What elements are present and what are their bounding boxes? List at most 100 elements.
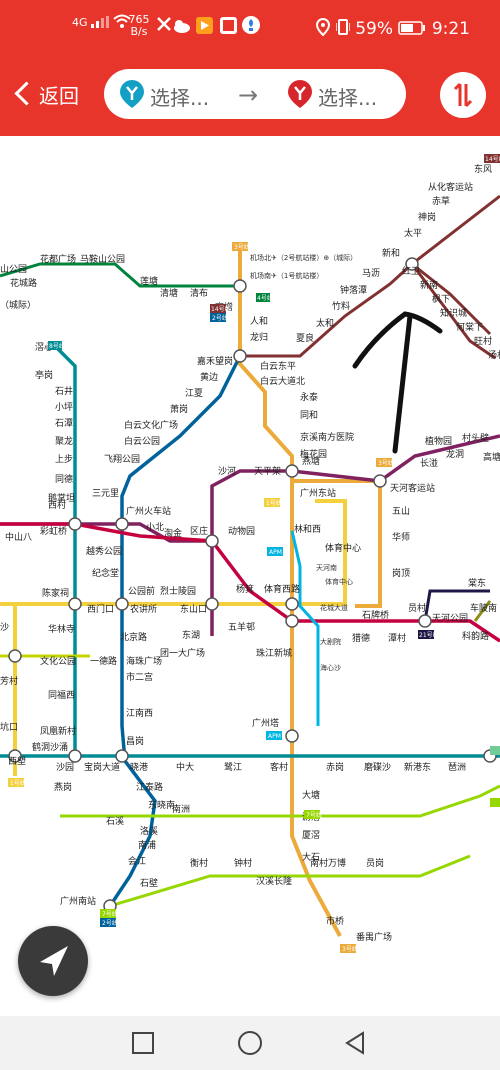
svg-text:竹料: 竹料: [332, 300, 350, 312]
svg-text:白云东平: 白云东平: [260, 360, 296, 372]
svg-text:夏良: 夏良: [296, 332, 314, 344]
swap-icon: [453, 82, 473, 108]
svg-text:小坪: 小坪: [55, 402, 73, 413]
svg-text:海珠广场: 海珠广场: [126, 655, 162, 667]
back-button[interactable]: 返回: [14, 80, 79, 109]
svg-text:体育中心: 体育中心: [325, 542, 361, 554]
svg-text:APM: APM: [269, 549, 282, 556]
svg-text:海心沙: 海心沙: [320, 663, 341, 672]
svg-text:新和: 新和: [382, 247, 400, 259]
battery-icon: [398, 21, 426, 35]
svg-text:高塘石: 高塘石: [483, 451, 500, 463]
svg-text:山公园: 山公园: [0, 264, 27, 275]
svg-text:烈士陵园: 烈士陵园: [160, 585, 196, 597]
svg-text:萧岗: 萧岗: [170, 403, 188, 415]
arrow-right-icon: →: [238, 81, 259, 109]
locate-button[interactable]: [18, 926, 88, 996]
svg-text:纪念堂: 纪念堂: [92, 567, 119, 579]
svg-text:磨碟沙: 磨碟沙: [364, 762, 391, 773]
network-indicator: 4G: [72, 14, 131, 29]
svg-text:公园前: 公园前: [128, 585, 155, 597]
svg-text:鹭江: 鹭江: [224, 762, 242, 773]
svg-text:3号线: 3号线: [234, 243, 250, 251]
svg-text:黄边: 黄边: [200, 371, 218, 383]
svg-text:南村万博: 南村万博: [310, 857, 346, 869]
svg-text:会江: 会江: [128, 855, 146, 867]
svg-text:芳村: 芳村: [0, 675, 18, 687]
swap-button[interactable]: [440, 72, 486, 118]
svg-text:燕岗: 燕岗: [54, 781, 72, 793]
status-bar: 4G 765 B/s 59% 9:21: [0, 0, 500, 56]
svg-text:7号线: 7号线: [102, 910, 118, 918]
svg-text:机场北✈（2号航站楼）⊕（城际）: 机场北✈（2号航站楼）⊕（城际）: [250, 253, 357, 262]
svg-text:枫下: 枫下: [432, 293, 450, 305]
svg-text:中大: 中大: [176, 761, 194, 773]
triangle-icon[interactable]: [343, 1030, 369, 1056]
svg-text:体育西路: 体育西路: [264, 583, 300, 595]
svg-text:赤草: 赤草: [432, 195, 450, 207]
svg-text:植物园: 植物园: [425, 435, 452, 447]
svg-text:莲塘: 莲塘: [140, 275, 158, 287]
svg-text:赤岗: 赤岗: [326, 762, 344, 773]
svg-text:马沥: 马沥: [362, 268, 380, 279]
svg-text:飞翔公园: 飞翔公园: [104, 453, 140, 465]
svg-text:龙归: 龙归: [250, 331, 268, 343]
svg-text:农讲所: 农讲所: [130, 603, 157, 615]
svg-text:花城大道: 花城大道: [320, 603, 348, 612]
svg-text:大塘: 大塘: [302, 789, 320, 801]
svg-text:同和: 同和: [300, 410, 318, 421]
circle-icon[interactable]: [237, 1030, 263, 1056]
svg-text:市桥: 市桥: [326, 915, 344, 927]
svg-text:员岗: 员岗: [366, 858, 384, 869]
metro-map[interactable]: 花都广场马鞍山公园 莲塘清塘清布 花城路高增人和 龙归嘉禾望岗 白云东平夏良太和…: [0, 136, 500, 1016]
svg-text:新南: 新南: [420, 279, 438, 291]
svg-text:（城际）: （城际）: [0, 300, 36, 311]
square-icon[interactable]: [130, 1030, 156, 1056]
svg-text:南浦: 南浦: [138, 839, 156, 851]
svg-text:1号线: 1号线: [10, 779, 26, 787]
svg-text:4号线: 4号线: [257, 294, 273, 302]
svg-text:沙园: 沙园: [56, 762, 74, 773]
svg-text:沙涌: 沙涌: [50, 742, 68, 753]
svg-text:2号线: 2号线: [212, 314, 228, 322]
svg-text:同德: 同德: [55, 473, 73, 485]
svg-text:钟村: 钟村: [234, 857, 252, 869]
svg-text:14号线: 14号线: [485, 155, 500, 163]
svg-text:永泰: 永泰: [300, 391, 318, 403]
svg-text:3号线: 3号线: [342, 945, 358, 953]
from-station-input[interactable]: 选择...: [150, 82, 209, 111]
svg-text:中山八: 中山八: [5, 531, 32, 543]
svg-text:钟落潭: 钟落潭: [340, 284, 367, 296]
svg-text:坑口: 坑口: [0, 721, 18, 733]
svg-text:1号线: 1号线: [266, 499, 282, 507]
svg-text:淘金: 淘金: [164, 527, 182, 539]
svg-text:区庄: 区庄: [190, 525, 208, 537]
svg-text:五山: 五山: [392, 506, 410, 517]
svg-text:APM: APM: [268, 733, 281, 740]
svg-text:江泰路: 江泰路: [136, 781, 163, 793]
svg-text:长湴: 长湴: [420, 457, 438, 469]
svg-text:东湖: 东湖: [182, 629, 200, 641]
svg-text:衡村: 衡村: [190, 857, 208, 869]
svg-text:猎德: 猎德: [352, 632, 370, 644]
svg-text:广州火车站: 广州火车站: [126, 505, 171, 517]
to-station-input[interactable]: 选择...: [318, 82, 377, 111]
svg-text:天河公园: 天河公园: [432, 612, 468, 624]
svg-text:江南西: 江南西: [126, 707, 153, 719]
battery-percent: 59%: [355, 19, 393, 39]
svg-text:2号线: 2号线: [102, 919, 118, 927]
svg-text:江夏: 江夏: [185, 388, 203, 399]
svg-text:花城路: 花城路: [10, 277, 37, 289]
svg-text:车陂南: 车陂南: [470, 602, 497, 614]
svg-text:北京路: 北京路: [120, 631, 147, 643]
svg-text:聚龙: 聚龙: [55, 435, 73, 447]
svg-text:14号线: 14号线: [211, 305, 231, 313]
metro-map-svg[interactable]: 花都广场马鞍山公园 莲塘清塘清布 花城路高增人和 龙归嘉禾望岗 白云东平夏良太和…: [0, 136, 500, 1016]
svg-text:东风: 东风: [474, 163, 492, 175]
svg-text:市二宫: 市二宫: [126, 671, 153, 683]
svg-text:石壁: 石壁: [140, 877, 158, 889]
net-speed-unit: B/s: [130, 25, 148, 38]
svg-text:小北: 小北: [146, 522, 164, 533]
svg-text:21号线: 21号线: [419, 631, 439, 639]
clock: 9:21: [431, 19, 470, 39]
